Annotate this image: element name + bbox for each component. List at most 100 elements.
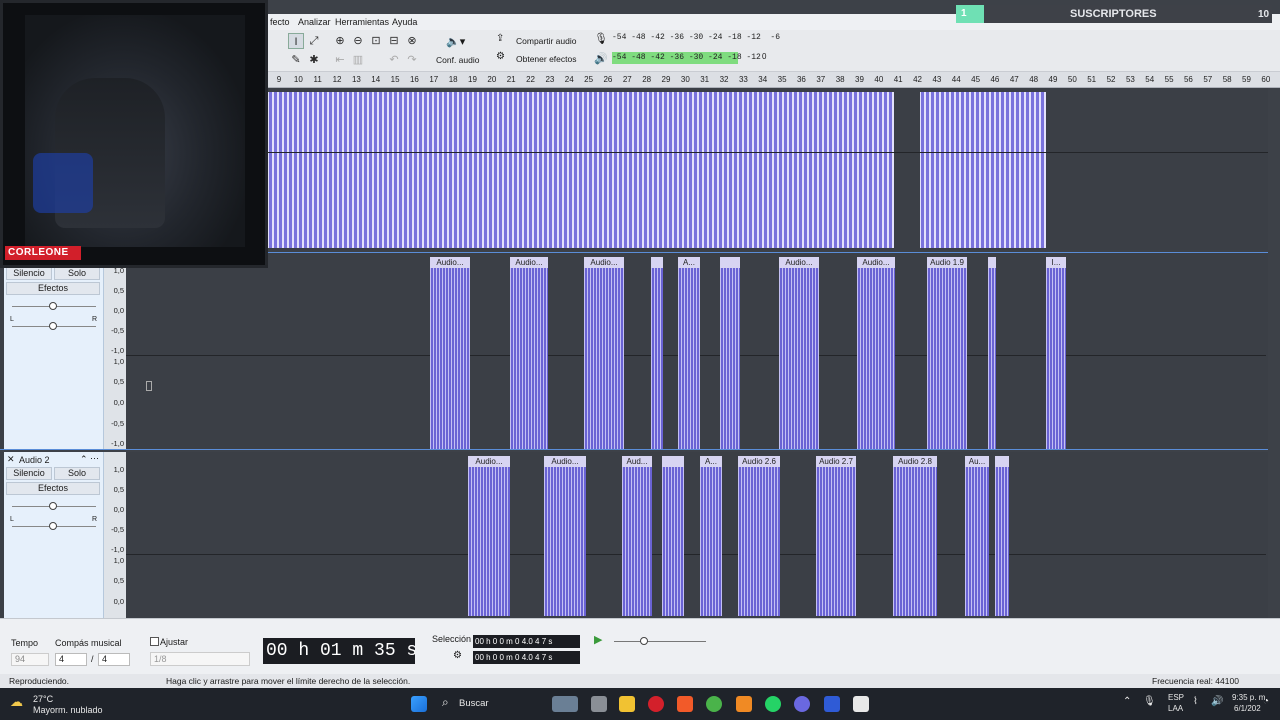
solo-button[interactable]: Solo xyxy=(54,467,100,480)
menu-tools[interactable]: Herramientas xyxy=(335,17,389,27)
audio-clip[interactable]: Audio... xyxy=(584,257,624,449)
clip-title[interactable] xyxy=(988,257,996,268)
clip-title[interactable]: A... xyxy=(700,456,722,467)
multi-tool-icon[interactable]: ✱ xyxy=(306,52,322,68)
clip-title[interactable]: Audio 2.7 xyxy=(816,456,856,467)
tempo-input[interactable]: 94 xyxy=(11,653,49,666)
gain-slider-thumb[interactable] xyxy=(49,302,57,310)
play-at-speed-icon[interactable]: ▶ xyxy=(594,633,602,646)
clip-title[interactable]: Audio... xyxy=(544,456,586,467)
audio-clip[interactable]: A... xyxy=(678,257,700,449)
clip-title[interactable]: Audio 1.9 xyxy=(927,257,967,268)
audio-clip[interactable]: Audio... xyxy=(857,257,895,449)
audio-clip[interactable]: Audio... xyxy=(510,257,548,449)
clip-title[interactable]: Audio... xyxy=(430,257,470,268)
time-sig-numerator[interactable]: 4 xyxy=(55,653,87,666)
language[interactable]: ESP xyxy=(1168,693,1184,702)
audio-clip[interactable]: A... xyxy=(700,456,722,616)
clip-title[interactable]: Aud... xyxy=(622,456,652,467)
silence-icon[interactable]: ▥ xyxy=(350,52,366,68)
gain-slider-thumb[interactable] xyxy=(49,502,57,510)
chrome-icon[interactable] xyxy=(706,696,722,712)
notification-icon[interactable]: ◔ xyxy=(1263,696,1269,707)
time-display[interactable]: 00 h 01 m 35 s xyxy=(263,638,415,664)
snap-select[interactable]: 1/8 xyxy=(150,652,250,666)
volume-icon[interactable]: 🔊 xyxy=(1211,696,1223,707)
fit-project-icon[interactable]: ⊟ xyxy=(386,33,402,49)
audio-clip[interactable]: Audio 2.7 xyxy=(816,456,856,616)
close-track-icon[interactable]: ✕ xyxy=(7,454,15,465)
search-icon[interactable]: ⌕ xyxy=(442,695,449,710)
selection-end[interactable]: 00 h 0 0 m 0 4.0 4 7 s xyxy=(473,651,580,664)
track-2-panel[interactable]: ✕ Audio 2 ⌃ ⋯ Silencio Solo Efectos L R xyxy=(4,452,104,618)
audio-clip[interactable]: Audio 2.8 xyxy=(893,456,937,616)
audio-clip[interactable]: Audio... xyxy=(544,456,586,616)
play-speed-thumb[interactable] xyxy=(640,637,648,645)
zoom-toggle-icon[interactable]: ⊗ xyxy=(404,33,420,49)
audio-clip[interactable] xyxy=(995,456,1009,616)
clip-main-1[interactable] xyxy=(268,92,894,248)
audio-clip[interactable]: Audio... xyxy=(779,257,819,449)
mute-button[interactable]: Silencio xyxy=(6,467,52,480)
opera-icon[interactable] xyxy=(648,696,664,712)
windows-start-icon[interactable] xyxy=(411,696,427,712)
selection-settings-icon[interactable]: ⚙ xyxy=(453,650,462,661)
clip-title[interactable]: Audio... xyxy=(584,257,624,268)
effects-button[interactable]: Efectos xyxy=(6,482,100,495)
undo-icon[interactable]: ↶ xyxy=(386,52,402,68)
envelope-tool-icon[interactable]: ⤢ xyxy=(306,33,322,49)
audio-clip[interactable]: Audio... xyxy=(468,456,510,616)
zoom-out-icon[interactable]: ⊖ xyxy=(350,33,366,49)
zoom-in-icon[interactable]: ⊕ xyxy=(332,33,348,49)
recording-meter[interactable]: -54 -48 -42 -36 -30 -24 -18 -12 -6 xyxy=(612,32,780,44)
file-explorer-icon[interactable] xyxy=(619,696,635,712)
clip-title[interactable] xyxy=(720,257,740,268)
audio-clip[interactable]: I... xyxy=(1046,257,1066,449)
audio-clip[interactable] xyxy=(651,257,663,449)
clip-title[interactable]: I... xyxy=(1046,257,1066,268)
tray-mic-icon[interactable]: 🎙 xyxy=(1143,696,1156,707)
widgets-icon[interactable] xyxy=(552,696,578,712)
region[interactable]: LAA xyxy=(1168,704,1183,713)
pan-slider-thumb[interactable] xyxy=(49,322,57,330)
task-view-icon[interactable] xyxy=(591,696,607,712)
snap-checkbox[interactable] xyxy=(150,637,159,646)
audio-clip[interactable]: Audio 2.6 xyxy=(738,456,780,616)
draw-tool-icon[interactable]: ✎ xyxy=(288,52,304,68)
track-1-panel[interactable]: Silencio Solo Efectos L R xyxy=(4,253,104,449)
audacity-icon[interactable] xyxy=(824,696,840,712)
get-effects-button[interactable]: ⚙ Obtener efectos xyxy=(494,51,578,66)
track-1[interactable]: Silencio Solo Efectos L R 1,0 0,5 0,0 -0… xyxy=(0,252,1268,450)
audio-clip[interactable]: Audio 1.9 xyxy=(927,257,967,449)
mute-button[interactable]: Silencio xyxy=(6,267,52,280)
clip-title[interactable]: Audio... xyxy=(779,257,819,268)
audio-clip[interactable] xyxy=(988,257,996,449)
collapse-icon[interactable]: ⌃ xyxy=(80,454,88,465)
clock-date[interactable]: 6/1/202 xyxy=(1234,704,1261,713)
audio-clip[interactable]: Audio... xyxy=(430,257,470,449)
menu-help[interactable]: Ayuda xyxy=(392,17,417,27)
whatsapp-icon[interactable] xyxy=(765,696,781,712)
clip-title[interactable]: Audio 2.6 xyxy=(738,456,780,467)
audio-clip[interactable]: Aud... xyxy=(622,456,652,616)
clip-title[interactable]: A... xyxy=(678,257,700,268)
clip-main-2[interactable] xyxy=(920,92,1046,248)
clip-title[interactable]: Audio... xyxy=(468,456,510,467)
wifi-icon[interactable]: ⌇ xyxy=(1193,696,1198,707)
more-icon[interactable]: ⋯ xyxy=(90,453,99,464)
obs-icon[interactable] xyxy=(853,696,869,712)
audio-clip[interactable]: Au... xyxy=(965,456,989,616)
clip-title[interactable] xyxy=(662,456,684,467)
clip-title[interactable] xyxy=(651,257,663,268)
search-label[interactable]: Buscar xyxy=(459,698,489,709)
clip-title[interactable]: Audio... xyxy=(510,257,548,268)
effects-button[interactable]: Efectos xyxy=(6,282,100,295)
redo-icon[interactable]: ↷ xyxy=(404,52,420,68)
trim-icon[interactable]: ⇤ xyxy=(332,52,348,68)
clip-title[interactable]: Audio... xyxy=(857,257,895,268)
selection-tool-icon[interactable]: I xyxy=(288,33,304,49)
brave-icon[interactable] xyxy=(677,696,693,712)
play-speed-slider[interactable] xyxy=(614,641,706,642)
selection-start[interactable]: 00 h 0 0 m 0 4.0 4 7 s xyxy=(473,635,580,648)
track-2[interactable]: ✕ Audio 2 ⌃ ⋯ Silencio Solo Efectos L R … xyxy=(0,452,1268,618)
